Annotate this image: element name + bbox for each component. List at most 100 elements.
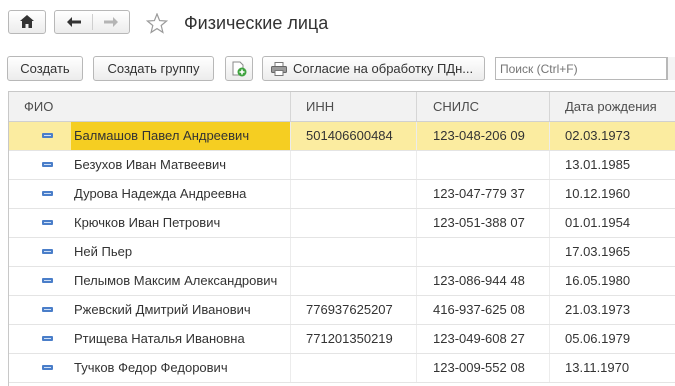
cell-divider bbox=[549, 122, 550, 150]
name-cell: Тучков Федор Федорович bbox=[74, 360, 228, 375]
table-row[interactable]: Ртищева Наталья Ивановна 771201350219 123-… bbox=[9, 325, 675, 354]
table-row[interactable]: Пелымов Максим Александрович 123-086-944 … bbox=[9, 267, 675, 296]
table-row[interactable]: Ней Пьер 17.03.1965 bbox=[9, 238, 675, 267]
column-divider[interactable] bbox=[549, 92, 550, 121]
cell-divider bbox=[416, 325, 417, 353]
add-document-icon bbox=[232, 61, 247, 77]
person-item-icon bbox=[42, 278, 53, 283]
person-item-icon bbox=[42, 220, 53, 225]
birthdate-cell: 05.06.1979 bbox=[565, 331, 631, 346]
consent-label: Согласие на обработку ПДн... bbox=[293, 61, 474, 76]
birthdate-cell: 17.03.1965 bbox=[565, 244, 631, 259]
cell-divider bbox=[416, 180, 417, 208]
star-icon[interactable] bbox=[146, 13, 168, 34]
search-options-button[interactable] bbox=[667, 57, 675, 80]
cell-divider bbox=[290, 354, 291, 382]
birthdate-cell: 21.03.1973 bbox=[565, 302, 631, 317]
cell-divider bbox=[290, 325, 291, 353]
name-cell: Безухов Иван Матвеевич bbox=[74, 157, 227, 172]
snils-cell: 123-048-206 09 bbox=[433, 128, 525, 143]
home-button[interactable] bbox=[8, 10, 46, 34]
cell-divider bbox=[416, 151, 417, 179]
snils-cell: 123-086-944 48 bbox=[433, 273, 525, 288]
snils-cell: 123-049-608 27 bbox=[433, 331, 525, 346]
page-title: Физические лица bbox=[184, 13, 329, 33]
column-divider[interactable] bbox=[290, 92, 291, 121]
cell-divider bbox=[416, 296, 417, 324]
create-button[interactable]: Создать bbox=[7, 56, 83, 81]
person-item-icon bbox=[42, 249, 53, 254]
column-header-fio[interactable]: ФИО bbox=[24, 92, 53, 121]
cell-divider bbox=[549, 325, 550, 353]
cell-divider bbox=[290, 122, 291, 150]
cell-divider bbox=[549, 209, 550, 237]
name-cell: Балмашов Павел Андреевич bbox=[71, 122, 291, 150]
name-cell: Дурова Надежда Андреевна bbox=[74, 186, 247, 201]
nav-history-group bbox=[54, 10, 130, 34]
birthdate-cell: 01.01.1954 bbox=[565, 215, 631, 230]
name-cell: Ржевский Дмитрий Иванович bbox=[74, 302, 251, 317]
cell-divider bbox=[290, 151, 291, 179]
column-header-birthdate[interactable]: Дата рождения bbox=[565, 92, 657, 121]
cell-divider bbox=[416, 238, 417, 266]
cell-divider bbox=[290, 238, 291, 266]
back-button[interactable] bbox=[55, 11, 92, 33]
cell-divider bbox=[549, 151, 550, 179]
snils-cell: 416-937-625 08 bbox=[433, 302, 525, 317]
inn-cell: 776937625207 bbox=[306, 302, 393, 317]
printer-icon bbox=[271, 62, 287, 76]
home-icon bbox=[20, 15, 34, 28]
cell-divider bbox=[549, 180, 550, 208]
person-item-icon bbox=[42, 365, 53, 370]
forward-button[interactable] bbox=[93, 11, 129, 33]
table-row[interactable]: Ржевский Дмитрий Иванович 776937625207 416… bbox=[9, 296, 675, 325]
birthdate-cell: 10.12.1960 bbox=[565, 186, 631, 201]
arrow-left-icon bbox=[67, 17, 81, 27]
birthdate-cell: 02.03.1973 bbox=[565, 128, 631, 143]
name-cell: Ртищева Наталья Ивановна bbox=[74, 331, 245, 346]
cell-divider bbox=[549, 267, 550, 295]
table-header: ФИО ИНН СНИЛС Дата рождения bbox=[9, 92, 675, 122]
cell-divider bbox=[290, 296, 291, 324]
person-item-icon bbox=[42, 162, 53, 167]
column-header-snils[interactable]: СНИЛС bbox=[433, 92, 479, 121]
table-row[interactable]: Балмашов Павел Андреевич 501406600484 123-… bbox=[9, 122, 675, 151]
title-bar: Физические лица bbox=[0, 0, 675, 50]
name-cell: Ней Пьер bbox=[74, 244, 133, 259]
cell-divider bbox=[416, 267, 417, 295]
person-item-icon bbox=[42, 191, 53, 196]
birthdate-cell: 13.11.1970 bbox=[565, 360, 630, 375]
cell-divider bbox=[416, 354, 417, 382]
inn-cell: 771201350219 bbox=[306, 331, 393, 346]
arrow-right-icon bbox=[104, 17, 118, 27]
cell-divider bbox=[549, 296, 550, 324]
column-header-inn[interactable]: ИНН bbox=[306, 92, 334, 121]
search-input[interactable] bbox=[495, 57, 667, 80]
birthdate-cell: 16.05.1980 bbox=[565, 273, 631, 288]
cell-divider bbox=[416, 209, 417, 237]
add-document-button[interactable] bbox=[225, 56, 253, 81]
table-row[interactable]: Безухов Иван Матвеевич 13.01.1985 bbox=[9, 151, 675, 180]
cell-divider bbox=[290, 209, 291, 237]
snils-cell: 123-051-388 07 bbox=[433, 215, 525, 230]
cell-divider bbox=[290, 267, 291, 295]
table-row[interactable]: Дурова Надежда Андреевна 123-047-779 37 10… bbox=[9, 180, 675, 209]
table-row[interactable]: Тучков Федор Федорович 123-009-552 08 13.1… bbox=[9, 354, 675, 383]
snils-cell: 123-047-779 37 bbox=[433, 186, 525, 201]
person-item-icon bbox=[42, 133, 53, 138]
consent-print-button[interactable]: Согласие на обработку ПДн... bbox=[262, 56, 485, 81]
name-cell: Крючков Иван Петрович bbox=[74, 215, 221, 230]
cell-divider bbox=[549, 238, 550, 266]
persons-table: ФИО ИНН СНИЛС Дата рождения Балмашов Пав… bbox=[8, 91, 675, 386]
toolbar: Создать Создать группу Согласие на обраб… bbox=[0, 55, 675, 83]
inn-cell: 501406600484 bbox=[306, 128, 393, 143]
person-item-icon bbox=[42, 336, 53, 341]
column-divider[interactable] bbox=[416, 92, 417, 121]
create-group-button[interactable]: Создать группу bbox=[93, 56, 214, 81]
snils-cell: 123-009-552 08 bbox=[433, 360, 525, 375]
table-row[interactable]: Крючков Иван Петрович 123-051-388 07 01.01… bbox=[9, 209, 675, 238]
birthdate-cell: 13.01.1985 bbox=[565, 157, 631, 172]
cell-divider bbox=[416, 122, 417, 150]
cell-divider bbox=[549, 354, 550, 382]
cell-divider bbox=[290, 180, 291, 208]
